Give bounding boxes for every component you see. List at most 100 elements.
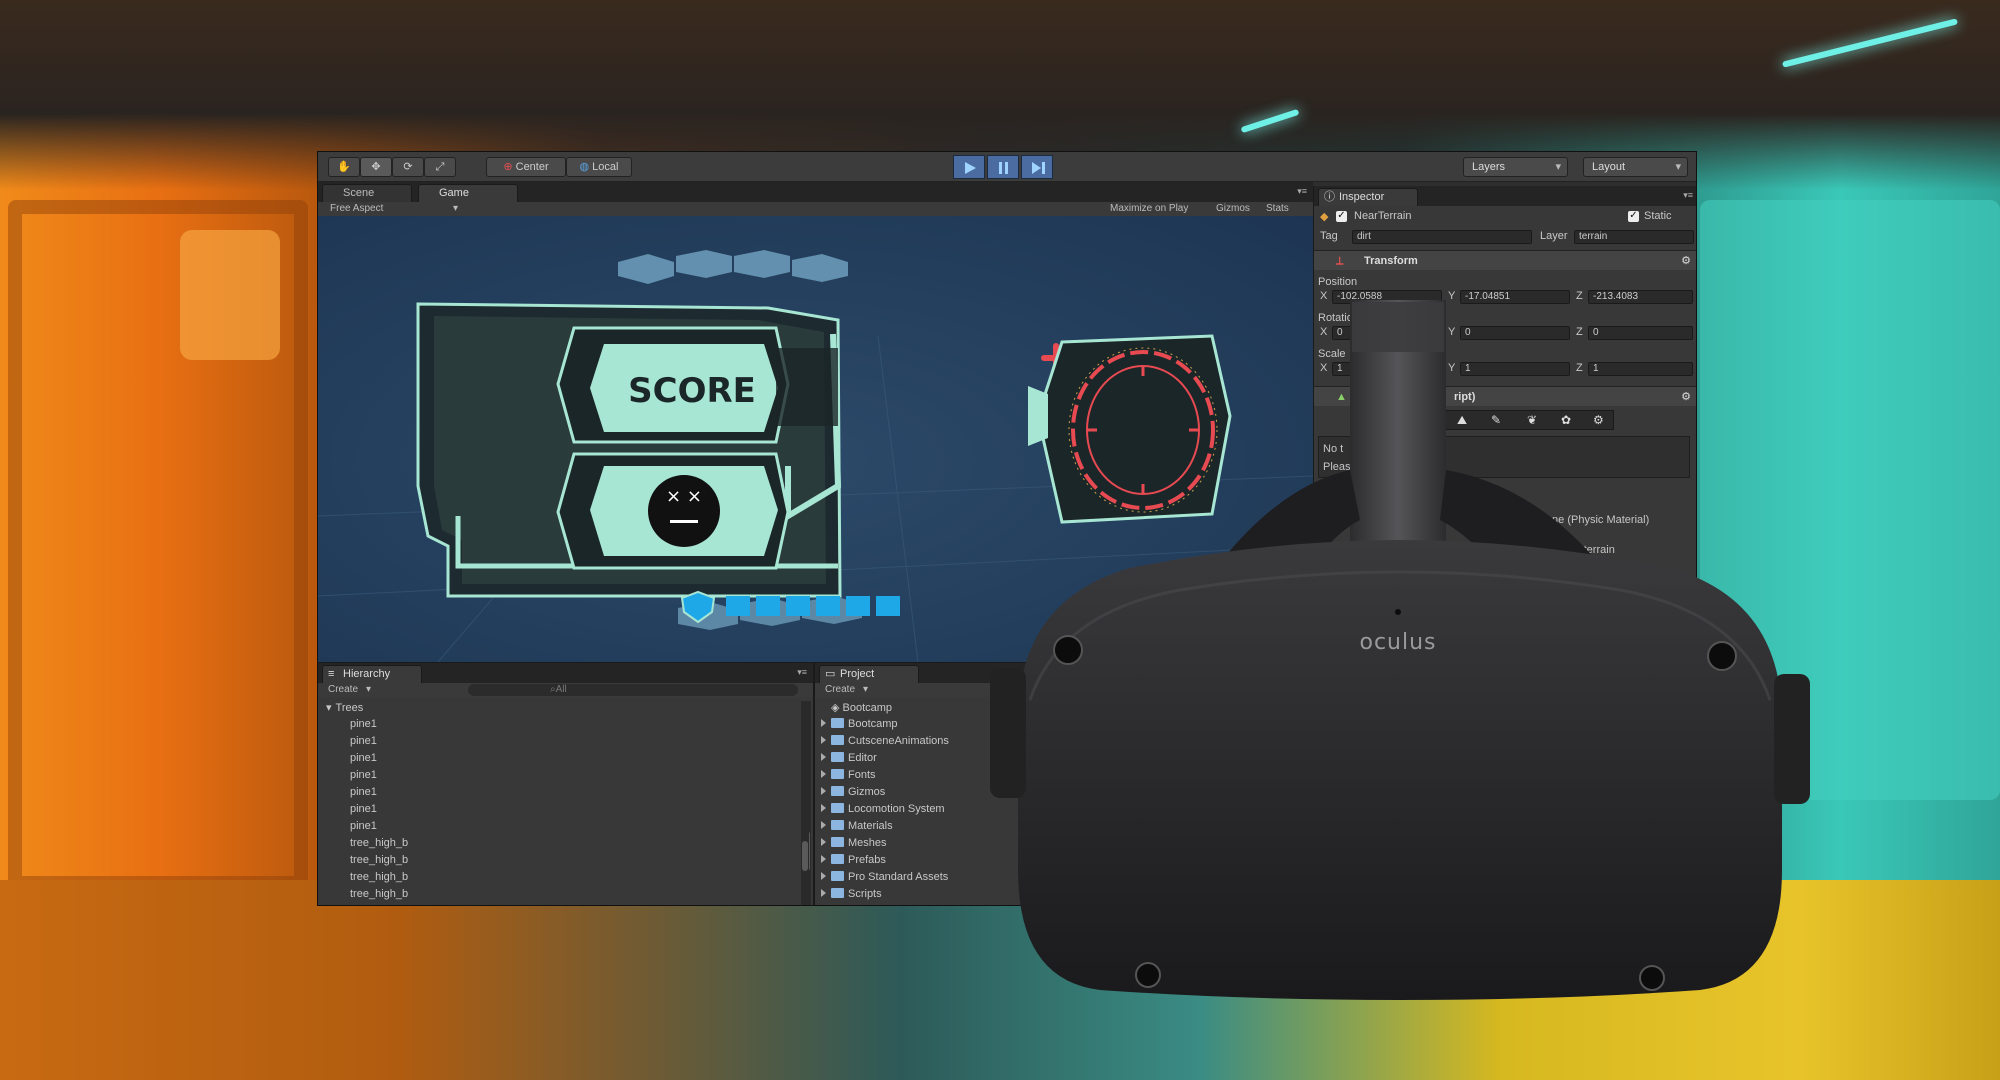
settings-gear-icon[interactable]: ⚙ (1681, 251, 1691, 271)
project-folder-item[interactable]: Pro Standard Assets (821, 871, 948, 883)
tab-scene[interactable]: Scene (322, 184, 412, 202)
project-folder-item[interactable]: Prefabs (821, 854, 886, 866)
pause-button[interactable] (987, 155, 1019, 179)
folder-icon (831, 718, 844, 728)
hierarchy-item[interactable]: tree_high_b (350, 837, 408, 849)
paint-brush-icon[interactable]: ✎ (1491, 413, 1501, 427)
stats-toggle[interactable]: Stats (1266, 202, 1289, 216)
rotation-z-field[interactable]: 0 (1588, 326, 1693, 340)
scrollbar-thumb[interactable] (802, 841, 808, 871)
help-text-line1: No t (1323, 443, 1344, 455)
expand-arrow-icon (821, 753, 826, 761)
settings-gear-icon[interactable]: ⚙ (1681, 387, 1691, 407)
x-axis-label: X (1320, 290, 1328, 302)
hierarchy-item[interactable]: pine1 (350, 820, 377, 832)
static-checkbox[interactable]: ✓ (1628, 211, 1639, 222)
hierarchy-root-item[interactable]: ▾ Trees (326, 701, 363, 714)
project-folder-item[interactable]: Scripts (821, 888, 882, 900)
hierarchy-search-input[interactable] (468, 684, 798, 696)
terrain-tool-strip: ⛰ ✎ ❦ ✿ ⚙ (1444, 410, 1614, 430)
hierarchy-item[interactable]: pine1 (350, 735, 377, 747)
step-button[interactable] (1021, 155, 1053, 179)
scale-x-field[interactable]: 1 (1332, 362, 1442, 376)
scale-tool-icon[interactable]: ⤢ (424, 157, 456, 177)
hud-graphic: SCORE × × (318, 250, 1313, 662)
terrain-script-header[interactable]: ▲ ript) ⚙ (1314, 386, 1696, 407)
playback-controls (953, 155, 1053, 179)
x-axis-label: X (1320, 326, 1328, 338)
paint-details-icon[interactable]: ✿ (1561, 413, 1571, 427)
tab-game-label: Game (439, 187, 469, 199)
rotation-label: Rotatio (1318, 312, 1353, 324)
layers-dropdown[interactable]: Layers (1463, 157, 1568, 177)
project-folder-item[interactable]: Materials (821, 820, 893, 832)
project-folder-item[interactable]: Meshes (821, 837, 887, 849)
rotation-y-field[interactable]: 0 (1460, 326, 1570, 340)
project-folder-item[interactable]: Fonts (821, 769, 876, 781)
hierarchy-item[interactable]: pine1 (350, 718, 377, 730)
layout-dropdown[interactable]: Layout (1583, 157, 1688, 177)
tag-label: Tag (1320, 230, 1338, 242)
project-folder-item[interactable]: Bootcamp (821, 718, 898, 730)
hierarchy-item[interactable]: pine1 (350, 752, 377, 764)
terrain-settings-icon[interactable]: ⚙ (1593, 413, 1604, 427)
object-name-field[interactable]: NearTerrain (1354, 210, 1411, 222)
place-trees-icon[interactable]: ❦ (1527, 413, 1537, 427)
rotate-tool-icon[interactable]: ⟳ (392, 157, 424, 177)
physic-material-field[interactable]: None (Physic Material) (1538, 514, 1649, 526)
tag-dropdown[interactable]: dirt (1352, 230, 1532, 244)
rotation-x-field[interactable]: 0 (1332, 326, 1442, 340)
scale-z-field[interactable]: 1 (1588, 362, 1693, 376)
game-view[interactable]: SCORE × × (318, 216, 1313, 662)
hierarchy-tab-bar: ≡ Hierarchy ▾≡ (318, 663, 813, 683)
pivot-center-button[interactable]: ⊕ Center (486, 157, 566, 177)
hierarchy-create-dropdown[interactable]: Create (328, 683, 358, 697)
step-icon (1032, 162, 1045, 174)
transform-header[interactable]: ⟂ Transform ⚙ (1314, 250, 1696, 271)
aspect-dropdown[interactable]: Free Aspect (330, 202, 383, 216)
project-folder-item[interactable]: Locomotion System (821, 803, 945, 815)
panel-menu-icon[interactable]: ▾≡ (1297, 186, 1307, 197)
panel-menu-icon[interactable]: ▾≡ (797, 667, 807, 678)
project-folder-item[interactable]: CutsceneAnimations (821, 735, 949, 747)
create-arrow-icon: ▾ (863, 684, 869, 695)
project-scrollbar[interactable] (801, 701, 809, 905)
scale-y-field[interactable]: 1 (1460, 362, 1570, 376)
move-tool-icon[interactable]: ✥ (360, 157, 392, 177)
terrain-data-field[interactable]: forest_terrain (1550, 544, 1615, 556)
tab-game[interactable]: Game (418, 184, 518, 202)
hex-chain-top (618, 250, 848, 284)
hierarchy-item[interactable]: tree_high_b (350, 854, 408, 866)
tab-project[interactable]: ▭ Project (819, 665, 919, 683)
hand-tool-icon[interactable]: ✋ (328, 157, 360, 177)
pivot-local-button[interactable]: ◍ Local (566, 157, 632, 177)
project-folder-label: Pro Standard Assets (848, 871, 949, 883)
tag-row: Tag dirt Layer terrain (1318, 230, 1694, 246)
tab-hierarchy[interactable]: ≡ Hierarchy (322, 665, 422, 683)
hierarchy-item[interactable]: pine1 (350, 803, 377, 815)
hierarchy-item[interactable]: pine1 (350, 786, 377, 798)
position-x-field[interactable]: -102.0588 (1332, 290, 1442, 304)
main-toolbar: ✋ ✥ ⟳ ⤢ ⊕ Center ◍ Local Layers Layout (318, 152, 1696, 182)
hierarchy-item[interactable]: tree_high_b (350, 871, 408, 883)
play-button[interactable] (953, 155, 985, 179)
active-checkbox[interactable]: ✓ (1336, 211, 1347, 222)
gizmos-toggle[interactable]: Gizmos (1216, 202, 1250, 216)
project-folder-item[interactable]: Gizmos (821, 786, 885, 798)
panel-menu-icon[interactable]: ▾≡ (1683, 190, 1693, 201)
tab-inspector[interactable]: ⓘ Inspector (1318, 188, 1418, 206)
project-create-dropdown[interactable]: Create (825, 683, 855, 697)
raise-terrain-icon[interactable]: ⛰ (1457, 413, 1467, 428)
inspector-tab-bar: ⓘ Inspector ▾≡ (1314, 186, 1696, 206)
hierarchy-item[interactable]: tree_high_b (350, 888, 408, 900)
position-y-field[interactable]: -17.04851 (1460, 290, 1570, 304)
maximize-on-play-toggle[interactable]: Maximize on Play (1110, 202, 1188, 216)
position-z-field[interactable]: -213.4083 (1588, 290, 1693, 304)
project-folder-label: Locomotion System (848, 803, 945, 815)
hierarchy-item[interactable]: pine1 (350, 769, 377, 781)
project-folder-item[interactable]: ◈ Bootcamp (821, 701, 892, 714)
folder-icon (831, 871, 844, 881)
folder-icon (831, 888, 844, 898)
layer-dropdown[interactable]: terrain (1574, 230, 1694, 244)
project-folder-item[interactable]: Editor (821, 752, 877, 764)
